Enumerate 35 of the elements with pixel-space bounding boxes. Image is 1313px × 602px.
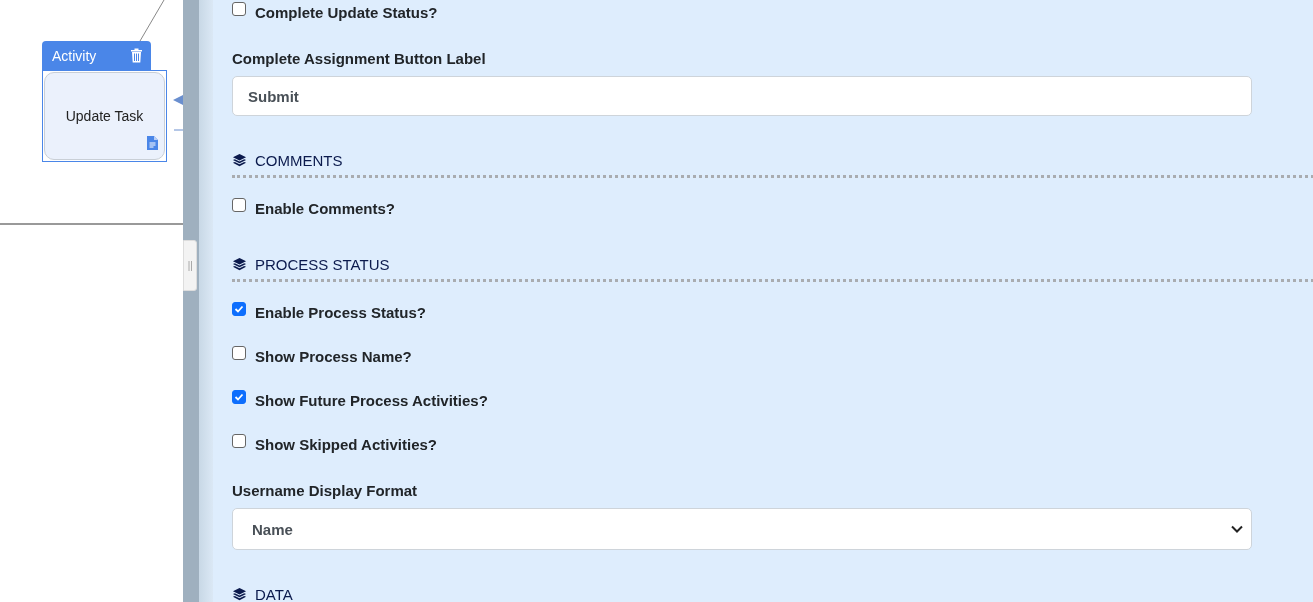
layers-icon (232, 586, 247, 602)
document-icon (147, 136, 158, 150)
field-label: Username Display Format (232, 481, 419, 501)
input-field[interactable]: Submit (232, 76, 1252, 116)
node-header[interactable]: Activity (42, 41, 151, 70)
checkbox[interactable] (232, 302, 246, 316)
section-heading: PROCESS STATUS (255, 255, 390, 273)
resize-handle[interactable] (183, 240, 197, 291)
section-heading: DATA (255, 585, 293, 602)
checkbox-label: Enable Process Status? (255, 303, 426, 321)
checkbox[interactable] (232, 390, 246, 404)
node-label: Update Task (65, 108, 144, 124)
checkbox-label: Complete Update Status? (255, 3, 438, 21)
checkmark-icon (234, 304, 244, 314)
arrow-head-icon (173, 95, 183, 105)
node-type-label: Activity (52, 47, 97, 64)
trash-icon[interactable] (130, 48, 143, 63)
checkbox[interactable] (232, 434, 246, 448)
checkbox-label: Show Skipped Activities? (255, 435, 437, 453)
section-heading: COMMENTS (255, 151, 343, 169)
checkbox-label: Show Process Name? (255, 347, 412, 365)
checkbox-label: Show Future Process Activities? (255, 391, 488, 409)
dropdown-field[interactable]: Name (232, 508, 1252, 550)
connector-line (173, 129, 183, 131)
checkmark-icon (234, 392, 244, 402)
activity-node[interactable]: Update Task (42, 70, 167, 162)
checkbox-label: Enable Comments? (255, 199, 396, 217)
checkbox[interactable] (232, 2, 246, 16)
layers-icon (232, 256, 247, 272)
chevron-down-icon (1231, 525, 1243, 533)
checkbox[interactable] (232, 346, 246, 360)
checkbox[interactable] (232, 198, 246, 212)
connector-line (139, 0, 165, 42)
field-label: Complete Assignment Button Label (232, 49, 487, 69)
layers-icon (232, 152, 247, 168)
